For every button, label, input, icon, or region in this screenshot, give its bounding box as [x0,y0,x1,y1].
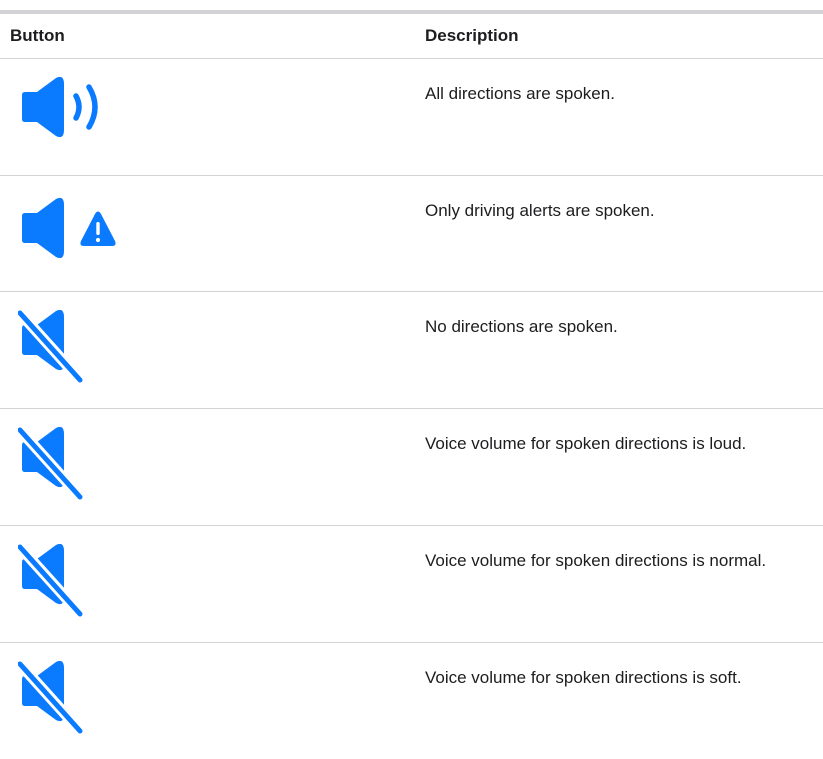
column-header-button: Button [0,14,415,59]
column-header-description: Description [415,14,823,59]
table-row: No directions are spoken. [0,292,823,409]
description-cell: Voice volume for spoken directions is lo… [415,409,823,526]
table-header-row: Button Description [0,14,823,59]
buttons-table: Button Description All directions are sp… [0,14,823,759]
icon-cell [0,59,415,176]
description-cell: No directions are spoken. [415,292,823,409]
icon-cell [0,409,415,526]
icon-cell [0,643,415,759]
table-row: Voice volume for spoken directions is no… [0,526,823,643]
description-cell: Voice volume for spoken directions is so… [415,643,823,759]
speaker-muted-icon [18,310,415,384]
table-row: Only driving alerts are spoken. [0,176,823,292]
speaker-sound-icon [18,77,415,137]
icon-cell [0,176,415,292]
table-row: Voice volume for spoken directions is lo… [0,409,823,526]
description-cell: All directions are spoken. [415,59,823,176]
icon-cell [0,292,415,409]
speaker-muted-icon [18,544,415,618]
table-row: All directions are spoken. [0,59,823,176]
speaker-alert-icon [18,194,415,258]
description-cell: Voice volume for spoken directions is no… [415,526,823,643]
icon-cell [0,526,415,643]
table-row: Voice volume for spoken directions is so… [0,643,823,759]
description-cell: Only driving alerts are spoken. [415,176,823,292]
speaker-muted-icon [18,661,415,735]
speaker-muted-icon [18,427,415,501]
